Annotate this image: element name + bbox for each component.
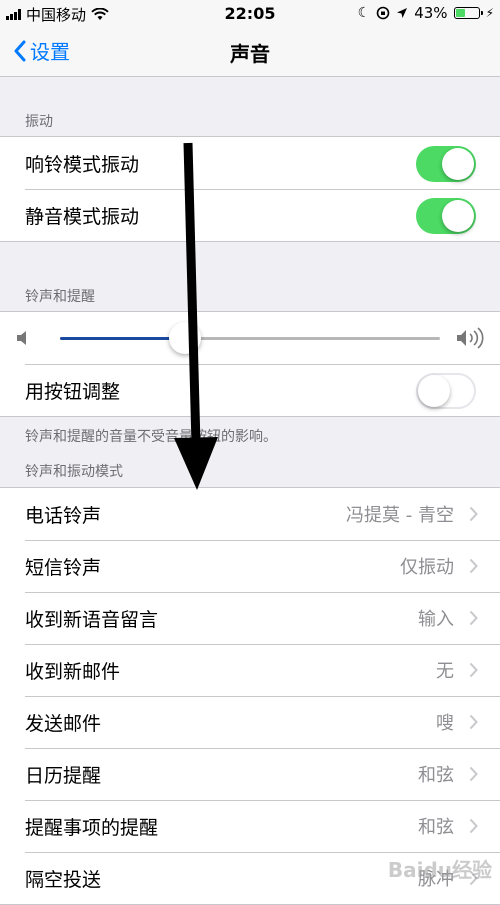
- section-header-ringer: 铃声和提醒: [25, 289, 95, 305]
- row-value: 无: [436, 661, 454, 682]
- row-label: 提醒事项的提醒: [25, 816, 159, 839]
- row-label: 日历提醒: [25, 764, 102, 787]
- change-with-buttons-toggle[interactable]: [416, 373, 476, 409]
- chevron-right-icon: [469, 662, 478, 678]
- row-label: 隔空投送: [25, 868, 102, 891]
- row-value: 输入: [418, 609, 454, 630]
- page-title: 声音: [230, 42, 270, 66]
- toggle-knob: [442, 148, 474, 180]
- row-value: 嗖: [436, 713, 454, 734]
- row-label: 短信铃声: [25, 556, 102, 579]
- chevron-right-icon: [469, 818, 478, 834]
- ringer-volume-slider[interactable]: [60, 322, 440, 354]
- row-value: 和弦: [418, 765, 454, 786]
- do-not-disturb-icon: ☾: [357, 5, 371, 21]
- slider-fill: [60, 337, 186, 340]
- sound-row-new-mail[interactable]: 收到新邮件 无: [0, 644, 500, 696]
- volume-high-icon: [457, 327, 484, 349]
- ringer-group: 用按钮调整: [0, 311, 500, 417]
- location-icon: [397, 8, 408, 18]
- chevron-right-icon: [469, 558, 478, 574]
- toggle-knob: [418, 375, 450, 407]
- row-label: 收到新邮件: [25, 660, 121, 683]
- ringer-volume-row: [0, 312, 500, 364]
- chevron-right-icon: [469, 714, 478, 730]
- sound-row-reminder-alerts[interactable]: 提醒事项的提醒 和弦: [0, 800, 500, 852]
- navigation-bar: 设置 声音: [0, 28, 500, 77]
- slider-thumb[interactable]: [169, 322, 202, 354]
- ringer-footer-note: 铃声和提醒的音量不受音量按钮的影响。: [25, 429, 277, 445]
- watermark-logo: Baidu经验: [387, 858, 492, 882]
- chevron-right-icon: [469, 610, 478, 626]
- vibrate-on-ring-toggle[interactable]: [416, 146, 476, 182]
- sounds-group: 电话铃声 冯提莫 - 青空 短信铃声 仅振动 收到新语音留言 输入 收到新邮件 …: [0, 487, 500, 905]
- row-value: 仅振动: [400, 557, 454, 578]
- row-label: 电话铃声: [25, 504, 102, 527]
- row-label: 发送邮件: [25, 712, 102, 735]
- row-label: 静音模式振动: [25, 205, 140, 228]
- battery-icon: [453, 7, 483, 19]
- row-label: 用按钮调整: [25, 380, 121, 403]
- sound-row-text-tone[interactable]: 短信铃声 仅振动: [0, 540, 500, 592]
- battery-percent: 43%: [414, 4, 448, 22]
- charging-icon: ⚡: [485, 6, 494, 20]
- volume-low-icon: [17, 331, 26, 345]
- row-label: 响铃模式振动: [25, 153, 140, 176]
- vibrate-on-silent-row: 静音模式振动: [0, 189, 500, 241]
- vibrate-on-ring-row: 响铃模式振动: [0, 137, 500, 189]
- vibrate-on-silent-toggle[interactable]: [416, 198, 476, 234]
- chevron-right-icon: [469, 766, 478, 782]
- row-label: 收到新语音留言: [25, 608, 159, 631]
- toggle-knob: [442, 200, 474, 232]
- row-value: 冯提莫 - 青空: [346, 505, 454, 526]
- vibrate-group: 响铃模式振动 静音模式振动: [0, 136, 500, 242]
- sound-row-new-voicemail[interactable]: 收到新语音留言 输入: [0, 592, 500, 644]
- status-bar: 中国移动 22:05 ☾ 43% ⚡: [0, 0, 500, 28]
- section-header-vibrate: 振动: [25, 114, 53, 130]
- sound-row-ringtone[interactable]: 电话铃声 冯提莫 - 青空: [0, 488, 500, 540]
- battery-fill: [455, 9, 465, 17]
- sound-row-calendar-alerts[interactable]: 日历提醒 和弦: [0, 748, 500, 800]
- chevron-right-icon: [469, 506, 478, 522]
- sound-row-sent-mail[interactable]: 发送邮件 嗖: [0, 696, 500, 748]
- change-with-buttons-row: 用按钮调整: [0, 364, 500, 416]
- row-value: 和弦: [418, 817, 454, 838]
- section-header-sounds: 铃声和振动模式: [25, 464, 123, 480]
- rotation-lock-icon: [376, 6, 390, 20]
